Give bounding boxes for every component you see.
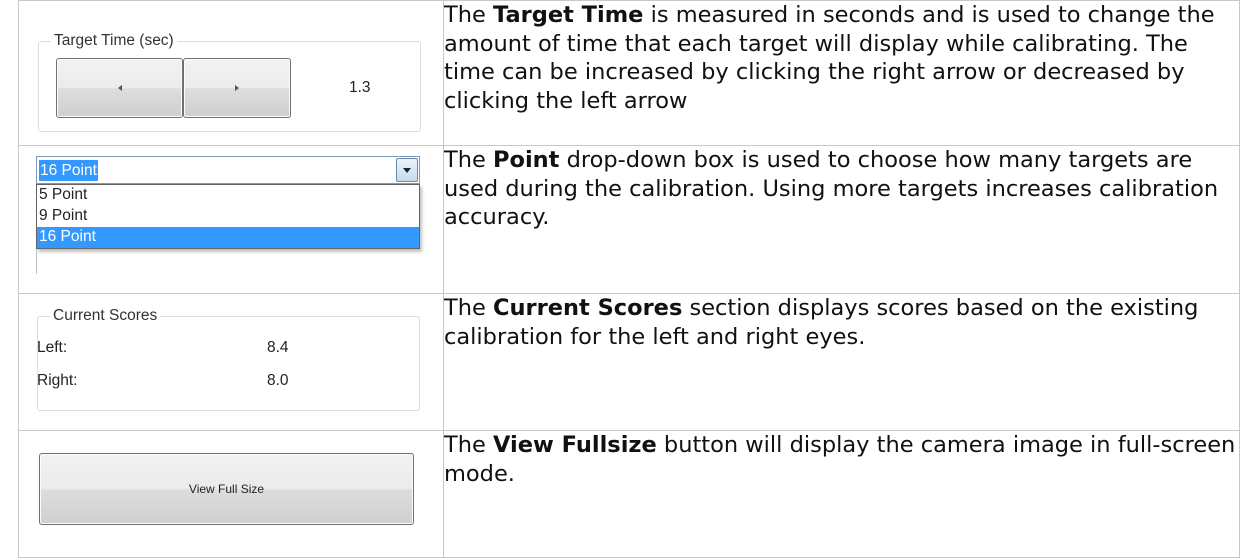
increase-time-button[interactable]	[183, 58, 291, 118]
table-row: Target Time (sec) 1.3 The Target Time is…	[18, 0, 1240, 146]
decrease-time-button[interactable]	[56, 58, 183, 118]
right-score-label: Right:	[37, 372, 78, 389]
group-title: Current Scores	[50, 307, 161, 325]
desc-text: The	[444, 147, 493, 173]
desc-text: The	[444, 295, 493, 321]
point-dropdown[interactable]: 16 Point	[36, 156, 420, 184]
desc-text: The	[444, 2, 493, 28]
desc-text: The	[444, 432, 493, 458]
table-row: 16 Point 5 Point 9 Point 16 Point The Po…	[18, 145, 1240, 294]
dropdown-option[interactable]: 5 Point	[37, 185, 419, 206]
desc-term: View Fullsize	[493, 432, 657, 458]
ui-preview-cell: 16 Point 5 Point 9 Point 16 Point	[18, 145, 444, 294]
description-cell: The Current Scores section displays scor…	[443, 293, 1240, 431]
desc-term: Target Time	[493, 2, 644, 28]
table-row: View Full Size The View Fullsize button …	[18, 430, 1240, 558]
ui-preview-cell: Current Scores Left: 8.4 Right: 8.0	[18, 293, 444, 431]
dropdown-option[interactable]: 9 Point	[37, 206, 419, 227]
documentation-table: Target Time (sec) 1.3 The Target Time is…	[18, 0, 1240, 558]
table-row: Current Scores Left: 8.4 Right: 8.0 The …	[18, 293, 1240, 431]
current-scores-group: Current Scores	[37, 307, 420, 411]
dropdown-option-selected[interactable]: 16 Point	[37, 227, 419, 248]
right-score-value: 8.0	[267, 372, 289, 389]
right-arrow-icon	[235, 85, 239, 91]
target-time-value: 1.3	[349, 79, 371, 96]
description-cell: The View Fullsize button will display th…	[443, 430, 1240, 558]
dropdown-selected-value: 16 Point	[39, 160, 98, 181]
left-arrow-icon	[117, 85, 122, 91]
ui-preview-cell: View Full Size	[18, 430, 444, 558]
view-full-size-button[interactable]: View Full Size	[39, 453, 414, 525]
desc-text: drop-down box is used to choose how many…	[444, 147, 1219, 230]
chevron-down-icon	[403, 167, 411, 173]
description-cell: The Point drop-down box is used to choos…	[443, 145, 1240, 294]
dropdown-toggle-button[interactable]	[396, 158, 418, 182]
button-label: View Full Size	[188, 482, 265, 496]
left-score-value: 8.4	[267, 339, 289, 356]
desc-term: Point	[493, 147, 560, 173]
group-title: Target Time (sec)	[51, 32, 177, 50]
left-score-label: Left:	[37, 339, 68, 356]
desc-term: Current Scores	[493, 295, 683, 321]
description-cell: The Target Time is measured in seconds a…	[443, 0, 1240, 146]
ui-preview-cell: Target Time (sec) 1.3	[18, 0, 444, 146]
dropdown-list: 5 Point 9 Point 16 Point	[36, 184, 420, 249]
divider	[36, 249, 37, 274]
